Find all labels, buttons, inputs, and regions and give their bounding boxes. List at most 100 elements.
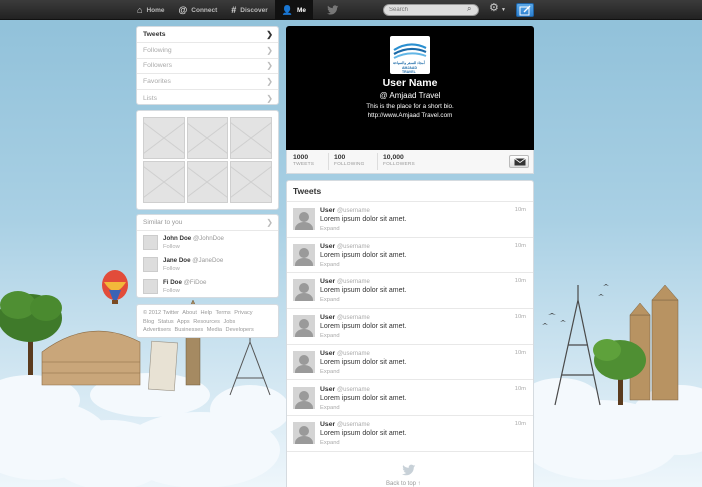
menu-item-label: Lists — [143, 94, 157, 102]
suggested-user[interactable]: John Doe @JohnDoe Follow — [137, 233, 278, 253]
expand-link[interactable]: Expand — [320, 405, 340, 411]
footer-link-jobs[interactable]: Jobs — [224, 319, 236, 325]
suggested-user-name[interactable]: Fi Doe — [163, 279, 182, 286]
avatar[interactable] — [143, 235, 158, 250]
tweet-timestamp[interactable]: 10m — [515, 314, 526, 320]
stat-label: FOLLOWERS — [383, 162, 415, 167]
footer-link-terms[interactable]: Terms — [215, 310, 230, 316]
profile-menu: Tweets ❯ Following ❯ Followers ❯ Favorit… — [136, 26, 279, 105]
stat-following[interactable]: 100 FOLLOWING — [334, 154, 365, 167]
nav-connect[interactable]: @ Connect — [172, 0, 225, 20]
stat-followers[interactable]: 10,000 FOLLOWERS — [383, 154, 415, 167]
tweet-timestamp[interactable]: 10m — [515, 207, 526, 213]
follow-link[interactable]: Follow — [163, 244, 278, 250]
tweet-user-name[interactable]: User — [320, 207, 335, 214]
similar-header[interactable]: Similar to you ❯ — [137, 215, 278, 231]
nav-me-label: Me — [296, 6, 307, 14]
avatar[interactable] — [293, 315, 315, 338]
avatar[interactable] — [293, 386, 315, 409]
tweet-item[interactable]: User @username Lorem ipsum dolor sit ame… — [287, 345, 533, 381]
profile-url-link[interactable]: http://www.Amjaad Travel.com — [286, 112, 534, 119]
expand-link[interactable]: Expand — [320, 226, 340, 232]
menu-item-label: Favorites — [143, 78, 171, 86]
footer-link-blog[interactable]: Blog — [143, 319, 154, 325]
footer-link-businesses[interactable]: Businesses — [175, 327, 204, 333]
follow-link[interactable]: Follow — [163, 266, 278, 272]
footer-link-about[interactable]: About — [182, 310, 197, 316]
menu-item-followers[interactable]: Followers ❯ — [137, 59, 278, 75]
tweet-user-name[interactable]: User — [320, 421, 335, 428]
footer-link-help[interactable]: Help — [200, 310, 212, 316]
tweet-item[interactable]: User @username Lorem ipsum dolor sit ame… — [287, 238, 533, 274]
tweet-timestamp[interactable]: 10m — [515, 350, 526, 356]
tweet-item[interactable]: User @username Lorem ipsum dolor sit ame… — [287, 202, 533, 238]
hashtag-icon: # — [231, 4, 237, 15]
nav-home[interactable]: ⌂ Home — [130, 0, 172, 20]
avatar[interactable] — [293, 243, 315, 266]
photo-placeholder[interactable] — [143, 161, 185, 203]
expand-link[interactable]: Expand — [320, 369, 340, 375]
footer-link-apps[interactable]: Apps — [177, 319, 190, 325]
back-to-top-link[interactable]: Back to top ↑ — [386, 481, 421, 487]
avatar[interactable] — [293, 279, 315, 302]
tweet-timestamp[interactable]: 10m — [515, 243, 526, 249]
gear-icon[interactable]: ⚙ — [489, 3, 499, 14]
tweet-user-name[interactable]: User — [320, 278, 335, 285]
suggested-user-name[interactable]: John Doe — [163, 235, 191, 242]
tweet-item[interactable]: User @username Lorem ipsum dolor sit ame… — [287, 273, 533, 310]
profile-header: أمجاد للسفر والسياحة AMJAAD TRAVEL User … — [286, 26, 534, 150]
search-icon[interactable]: ⌕ — [467, 5, 471, 13]
expand-link[interactable]: Expand — [320, 297, 340, 303]
menu-item-lists[interactable]: Lists ❯ — [137, 90, 278, 104]
footer-link-media[interactable]: Media — [207, 327, 222, 333]
tweet-timestamp[interactable]: 10m — [515, 386, 526, 392]
suggested-user[interactable]: Fi Doe @FiDoe Follow — [137, 277, 278, 297]
tweet-timestamp[interactable]: 10m — [515, 421, 526, 427]
nav-discover[interactable]: # Discover — [224, 0, 274, 20]
menu-item-favorites[interactable]: Favorites ❯ — [137, 74, 278, 91]
avatar[interactable] — [293, 208, 315, 230]
photo-placeholder[interactable] — [230, 117, 272, 159]
tweet-user-handle: @username — [337, 315, 370, 322]
tweet-user-name[interactable]: User — [320, 386, 335, 393]
nav-me[interactable]: 👤 Me — [274, 0, 314, 20]
footer-link-developers[interactable]: Developers — [226, 327, 254, 333]
avatar[interactable] — [293, 350, 315, 373]
expand-link[interactable]: Expand — [320, 262, 340, 268]
tweet-user-name[interactable]: User — [320, 350, 335, 357]
avatar[interactable] — [143, 257, 158, 272]
avatar[interactable] — [143, 279, 158, 294]
expand-link[interactable]: Expand — [320, 333, 340, 339]
suggested-user[interactable]: Jane Doe @JaneDoe Follow — [137, 255, 278, 275]
follow-link[interactable]: Follow — [163, 288, 278, 294]
profile-avatar[interactable]: أمجاد للسفر والسياحة AMJAAD TRAVEL — [390, 36, 430, 74]
twitter-bird-icon[interactable] — [327, 4, 339, 16]
menu-item-tweets[interactable]: Tweets ❯ — [137, 27, 278, 43]
tweet-user-handle: @username — [337, 243, 370, 250]
tweet-text: Lorem ipsum dolor sit amet. — [320, 251, 407, 259]
menu-item-following[interactable]: Following ❯ — [137, 43, 278, 59]
footer-link-advertisers[interactable]: Advertisers — [143, 327, 171, 333]
tweet-item[interactable]: User @username Lorem ipsum dolor sit ame… — [287, 416, 533, 452]
suggested-user-name[interactable]: Jane Doe — [163, 257, 191, 264]
compose-tweet-button[interactable] — [516, 3, 534, 17]
tweet-timestamp[interactable]: 10m — [515, 278, 526, 284]
stat-value: 10,000 — [383, 154, 404, 161]
search-input[interactable] — [383, 4, 479, 16]
tweet-item[interactable]: User @username Lorem ipsum dolor sit ame… — [287, 381, 533, 417]
stat-tweets[interactable]: 1000 TWEETS — [293, 154, 314, 167]
photo-placeholder[interactable] — [186, 117, 229, 159]
avatar[interactable] — [293, 422, 315, 445]
photo-placeholder[interactable] — [186, 161, 229, 203]
footer-link-resources[interactable]: Resources — [193, 319, 220, 325]
photo-placeholder[interactable] — [230, 161, 272, 203]
footer-link-privacy[interactable]: Privacy — [234, 310, 252, 316]
profile-stats: 1000 TWEETS 100 FOLLOWING 10,000 FOLLOWE… — [286, 150, 534, 174]
footer-link-status[interactable]: Status — [158, 319, 174, 325]
photo-placeholder[interactable] — [143, 117, 185, 159]
expand-link[interactable]: Expand — [320, 440, 340, 446]
tweet-user-name[interactable]: User — [320, 243, 335, 250]
tweet-item[interactable]: User @username Lorem ipsum dolor sit ame… — [287, 309, 533, 345]
tweet-user-name[interactable]: User — [320, 314, 335, 321]
direct-message-button[interactable] — [509, 155, 529, 168]
